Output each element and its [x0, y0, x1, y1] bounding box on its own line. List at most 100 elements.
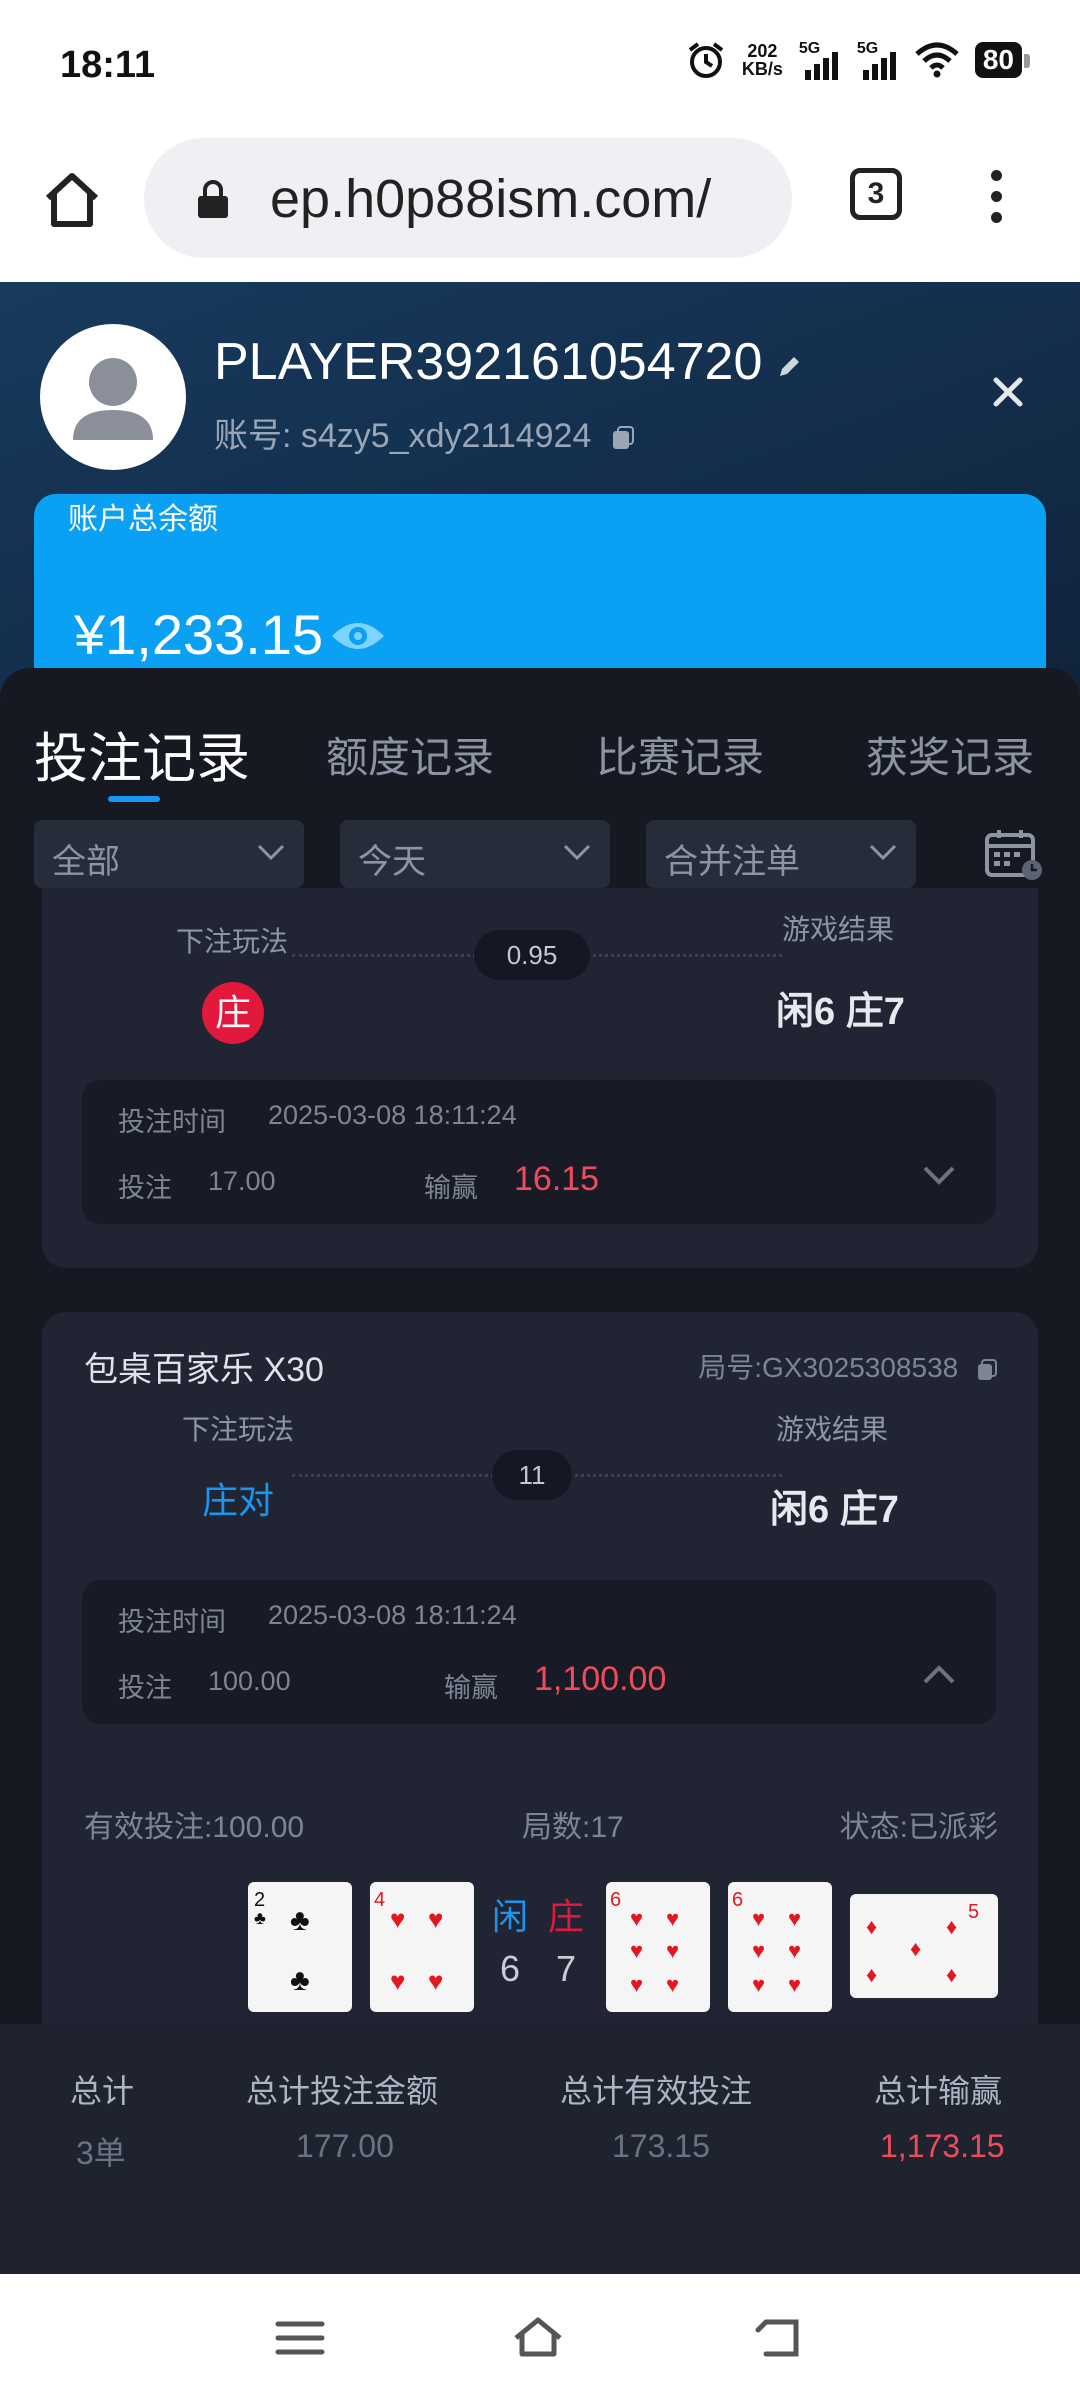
chevron-down-icon [563, 844, 591, 861]
tab-match-records[interactable]: 比赛记录 [596, 724, 764, 785]
chevron-down-icon[interactable] [922, 1164, 956, 1186]
card-pip: ♦ [946, 1914, 957, 1939]
player-total: 6 [500, 1948, 521, 1989]
bet-time: 2025-03-08 18:11:24 [268, 1600, 517, 1630]
banker-label: 庄 [548, 1896, 585, 1937]
battery-icon: 80 [974, 42, 1031, 78]
signal-icon: 5G [799, 40, 841, 80]
tab-prize-records[interactable]: 获奖记录 [866, 724, 1034, 785]
card-pip: ♥ [752, 1906, 765, 1931]
card-pip: ♥ [666, 1938, 679, 1963]
avatar[interactable] [40, 324, 186, 470]
close-icon[interactable] [988, 372, 1028, 412]
url-text: ep.h0p88ism.com/ [270, 169, 712, 229]
winloss-value: 1,100.00 [534, 1660, 667, 1698]
chevron-up-icon[interactable] [922, 1664, 956, 1686]
home-nav-icon[interactable] [512, 2314, 564, 2362]
total-valid: 173.15 [612, 2128, 710, 2164]
game-result: 闲6 庄7 [776, 991, 905, 1033]
filter-date[interactable]: 今天 [340, 820, 610, 888]
card-rank: 6 [732, 1889, 743, 1911]
net-speed-unit: KB/s [741, 59, 783, 79]
playing-card: 5 ♦ ♦ ♦ ♦ ♦ [850, 1894, 998, 1998]
status-time: 18:11 [60, 44, 156, 86]
card-suit: ♣ [254, 1908, 266, 1928]
game-title: 包桌百家乐 X30 [84, 1351, 324, 1389]
card-pip: ♦ [910, 1936, 921, 1961]
card-pip: ♥ [390, 1966, 405, 1996]
card-pip: ♥ [752, 1972, 765, 1997]
player-label: 闲 [492, 1896, 529, 1937]
home-icon[interactable] [40, 168, 104, 232]
result-label: 游戏结果 [782, 914, 895, 945]
playing-card: 6 ♥ ♥ ♥ ♥ ♥ ♥ [606, 1882, 710, 2012]
back-icon[interactable] [754, 2314, 806, 2362]
status-bar: 18:11 202 KB/s 5G 5G 80 [0, 0, 1080, 130]
copy-icon[interactable] [976, 1358, 998, 1382]
result-label: 游戏结果 [776, 1414, 889, 1445]
winloss-label: 输赢 [424, 1173, 478, 1203]
winloss-label: 输赢 [444, 1673, 498, 1703]
card-pip: ♦ [866, 1914, 877, 1939]
filter-value: 今天 [358, 843, 426, 881]
wifi-icon [915, 42, 959, 78]
card-pip: ♥ [630, 1938, 643, 1963]
card-rank: 4 [374, 1889, 385, 1911]
card-pip: ♥ [666, 1906, 679, 1931]
net-speed: 202 KB/s [742, 42, 783, 78]
bet-record-card: 包桌百家乐 X30 局号:GX3025308538 下注玩法 庄对 11 游戏结… [42, 1312, 1038, 2092]
totals-bar: 总计 总计投注金额 总计有效投注 总计输赢 3单 177.00 173.15 1… [0, 2024, 1080, 2274]
net-speed-value: 202 [747, 41, 778, 61]
stake-value: 100.00 [208, 1666, 291, 1696]
card-pip: ♥ [630, 1972, 643, 1997]
card-pip: ♥ [788, 1938, 801, 1963]
signal-icon: 5G [857, 40, 899, 80]
round-number: 局号:GX3025308538 [698, 1346, 998, 1386]
account-id: 账号: s4zy5_xdy2114924 [214, 408, 635, 457]
bet-type-label: 下注玩法 [176, 926, 289, 957]
playing-card: 4 ♥ ♥ ♥ ♥ [370, 1882, 474, 2012]
bet-type-label: 下注玩法 [182, 1414, 295, 1445]
total-stake: 177.00 [296, 2128, 394, 2164]
calendar-icon[interactable] [984, 828, 1044, 882]
eye-icon[interactable] [330, 618, 386, 654]
bet-detail-box: 投注时间 2025-03-08 18:11:24 投注 100.00 输赢 1,… [82, 1580, 996, 1724]
lock-icon [198, 180, 228, 218]
playing-card: 6 ♥ ♥ ♥ ♥ ♥ ♥ [728, 1882, 832, 2012]
card-pip: ♥ [752, 1938, 765, 1963]
filter-merge[interactable]: 合并注单 [646, 820, 916, 888]
recent-apps-icon[interactable] [274, 2314, 326, 2362]
card-pip: ♥ [428, 1904, 443, 1934]
balance-amount: ¥1,233.15 [74, 603, 324, 666]
system-nav-bar [0, 2274, 1080, 2400]
bet-record-card: 下注玩法 庄 0.95 游戏结果 闲6 庄7 投注时间 2025-03-08 1… [42, 888, 1038, 1268]
edit-icon[interactable] [776, 354, 802, 380]
total-valid-label: 总计有效投注 [560, 2073, 753, 2109]
card-pip: ♥ [788, 1972, 801, 1997]
browser-toolbar: ep.h0p88ism.com/ 3 [0, 130, 1080, 282]
balance-label: 账户总余额 [68, 503, 218, 536]
filter-value: 全部 [52, 843, 120, 881]
round-number-text: 局号:GX3025308538 [698, 1352, 959, 1383]
card-rank: 5 [968, 1901, 979, 1923]
filter-value: 合并注单 [664, 843, 800, 881]
round-count: 局数:17 [522, 1811, 624, 1844]
page-content: PLAYER392161054720 账号: s4zy5_xdy2114924 … [0, 282, 1080, 2368]
card-pip: ♥ [428, 1966, 443, 1996]
address-bar[interactable]: ep.h0p88ism.com/ [144, 138, 792, 258]
username: PLAYER392161054720 [214, 333, 763, 391]
menu-icon[interactable] [984, 170, 1008, 230]
card-pip: ♦ [946, 1962, 957, 1987]
bet-detail-box: 投注时间 2025-03-08 18:11:24 投注 17.00 输赢 16.… [82, 1080, 996, 1224]
status-icons: 202 KB/s 5G 5G 80 [686, 40, 1031, 80]
card-rank: 6 [610, 1889, 621, 1911]
tab-credit-records[interactable]: 额度记录 [326, 724, 494, 785]
stake-value: 17.00 [208, 1166, 276, 1196]
bet-choice-badge: 庄 [202, 982, 264, 1044]
bet-choice: 庄对 [202, 1480, 275, 1521]
card-pip: ♥ [630, 1906, 643, 1931]
filter-game[interactable]: 全部 [34, 820, 304, 888]
tabs-button[interactable]: 3 [850, 168, 902, 220]
copy-icon[interactable] [611, 425, 635, 451]
tab-bet-records[interactable]: 投注记录 [34, 714, 250, 793]
